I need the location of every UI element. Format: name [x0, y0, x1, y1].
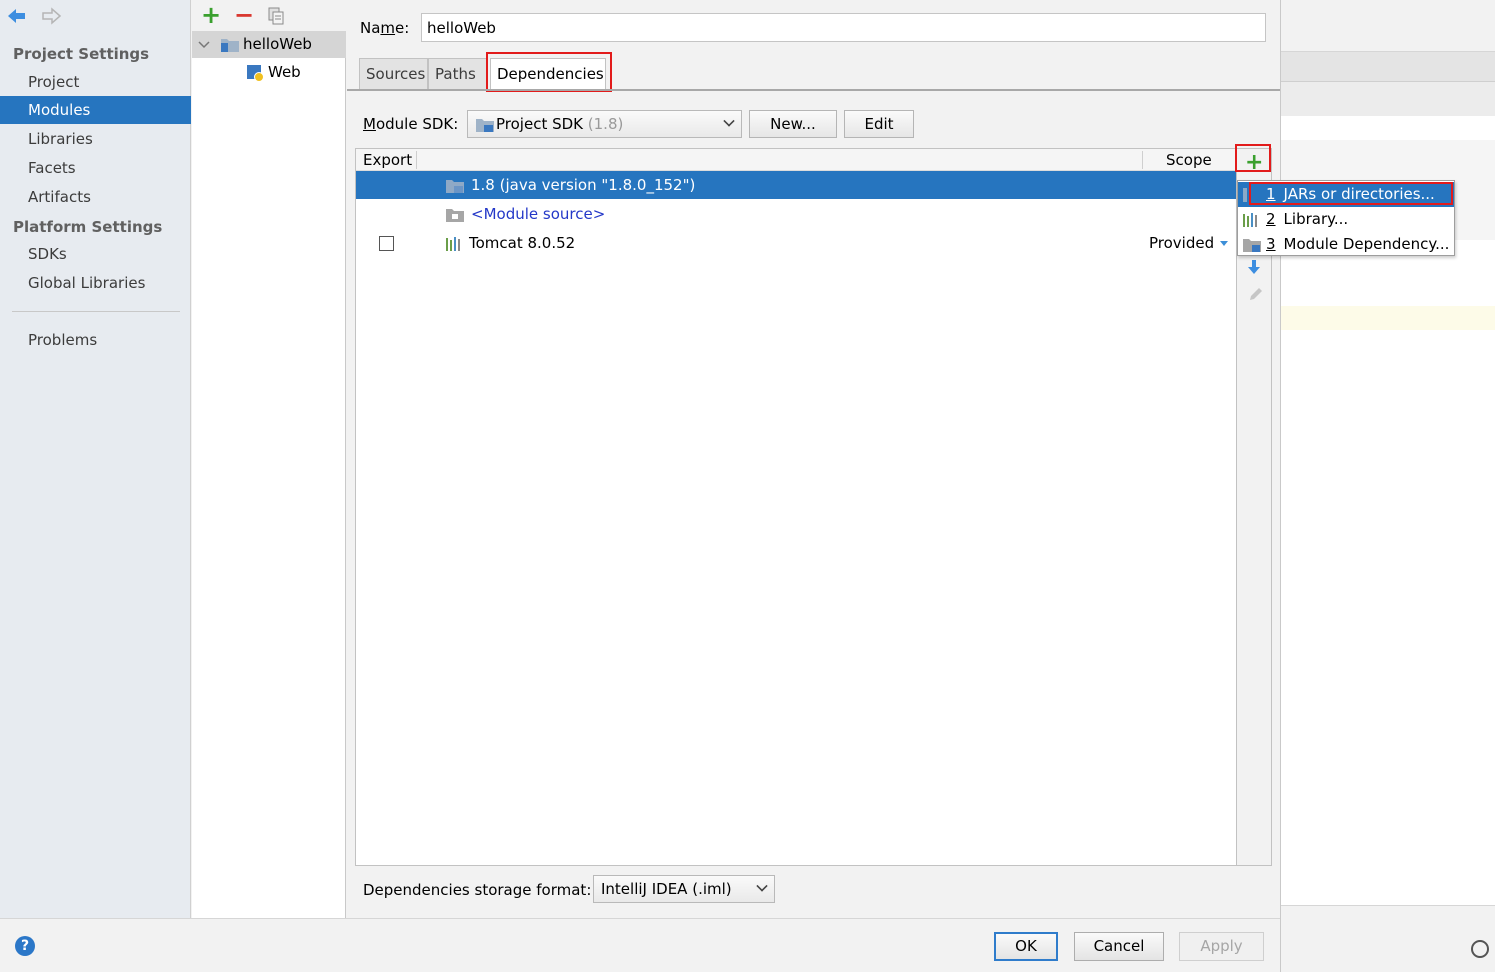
sidebar-item-libraries[interactable]: Libraries [0, 125, 191, 153]
help-icon[interactable]: ? [15, 936, 35, 956]
tabs-underline [347, 89, 1280, 91]
module-tree-panel: + − helloWeb Web [192, 0, 346, 918]
chevron-down-icon [1220, 241, 1229, 246]
library-icon [1243, 213, 1257, 227]
library-icon [446, 236, 460, 251]
sidebar-item-sdks[interactable]: SDKs [0, 240, 191, 268]
module-sdk-label: Module SDK: [363, 115, 459, 133]
module-folder-icon [1243, 239, 1261, 252]
module-settings-panel: Name: Sources Paths Dependencies Module … [347, 0, 1280, 918]
dependencies-tab-highlight [486, 52, 612, 92]
edit-pencil-icon[interactable] [1247, 287, 1263, 303]
tree-item-helloweb[interactable]: helloWeb [192, 31, 346, 58]
module-name-input[interactable] [421, 13, 1266, 42]
tab-paths[interactable]: Paths [428, 58, 488, 89]
column-divider [1142, 151, 1143, 169]
dependency-name: 1.8 (java version "1.8.0_152") [471, 176, 696, 194]
storage-format-dropdown[interactable]: IntelliJ IDEA (.iml) [593, 875, 775, 903]
table-header: Export Scope [356, 149, 1236, 171]
remove-module-icon[interactable]: − [234, 3, 254, 27]
new-sdk-button[interactable]: New... [749, 110, 837, 138]
settings-sidebar: Project Settings Project Modules Librari… [0, 0, 191, 918]
project-settings-heading: Project Settings [13, 45, 150, 63]
jdk-folder-icon [446, 179, 464, 193]
edit-sdk-button[interactable]: Edit [844, 110, 914, 138]
web-facet-icon [247, 65, 264, 82]
source-folder-icon [446, 208, 464, 222]
copy-module-icon[interactable] [268, 7, 284, 25]
sidebar-item-project[interactable]: Project [0, 68, 191, 96]
dependency-name: <Module source> [471, 205, 606, 223]
background-window [1280, 0, 1495, 972]
sidebar-item-artifacts[interactable]: Artifacts [0, 183, 191, 211]
module-sdk-dropdown[interactable]: Project SDK (1.8) [467, 110, 742, 138]
tree-item-label: helloWeb [243, 35, 312, 53]
platform-settings-heading: Platform Settings [13, 218, 163, 236]
dependency-name: Tomcat 8.0.52 [469, 234, 576, 252]
dependencies-table: Export Scope 1.8 (java version "1.8.0_15… [355, 148, 1237, 866]
column-divider [416, 151, 417, 169]
table-row[interactable]: Tomcat 8.0.52 Provided [356, 229, 1236, 257]
table-row[interactable]: 1.8 (java version "1.8.0_152") [356, 171, 1236, 199]
module-tree-toolbar: + − [192, 0, 346, 31]
apply-button[interactable]: Apply [1179, 932, 1264, 961]
add-module-icon[interactable]: + [201, 3, 221, 27]
tree-item-web[interactable]: Web [192, 59, 346, 86]
project-structure-dialog: Project Settings Project Modules Librari… [0, 0, 1280, 972]
table-row[interactable]: <Module source> [356, 200, 1236, 228]
scope-column-header[interactable]: Scope [1166, 151, 1212, 169]
storage-format-value: IntelliJ IDEA (.iml) [601, 880, 732, 898]
sdk-selected: Project SDK [496, 115, 583, 133]
popup-item-library[interactable]: 2 Library... [1238, 207, 1454, 232]
tab-sources[interactable]: Sources [359, 58, 428, 89]
sdk-folder-icon [476, 119, 494, 132]
popup-item-module-dependency[interactable]: 3 Module Dependency... [1238, 232, 1454, 257]
sidebar-item-modules[interactable]: Modules [0, 96, 191, 124]
ok-button[interactable]: OK [994, 932, 1058, 961]
module-folder-icon [221, 39, 239, 52]
dialog-footer: ? OK Cancel Apply [0, 918, 1280, 972]
forward-arrow-icon[interactable] [40, 6, 62, 26]
search-icon [1471, 940, 1489, 958]
cancel-button[interactable]: Cancel [1074, 932, 1164, 961]
export-checkbox[interactable] [379, 236, 394, 251]
tree-item-label: Web [268, 63, 301, 81]
scope-dropdown[interactable]: Provided [1149, 229, 1229, 257]
add-button-highlight [1235, 144, 1271, 172]
chevron-down-icon [723, 115, 735, 127]
sidebar-item-facets[interactable]: Facets [0, 154, 191, 182]
export-column-header[interactable]: Export [363, 151, 412, 169]
sdk-version: (1.8) [587, 115, 624, 133]
back-arrow-icon[interactable] [6, 6, 28, 26]
move-down-icon[interactable] [1247, 259, 1261, 275]
storage-format-label: Dependencies storage format: [363, 881, 592, 899]
name-label: Name: [360, 19, 410, 37]
sidebar-divider [12, 311, 180, 312]
chevron-down-icon[interactable] [196, 31, 210, 61]
chevron-down-icon [756, 880, 768, 892]
sidebar-item-global-libraries[interactable]: Global Libraries [0, 269, 191, 297]
jars-item-highlight [1249, 182, 1453, 205]
sidebar-item-problems[interactable]: Problems [0, 326, 191, 354]
